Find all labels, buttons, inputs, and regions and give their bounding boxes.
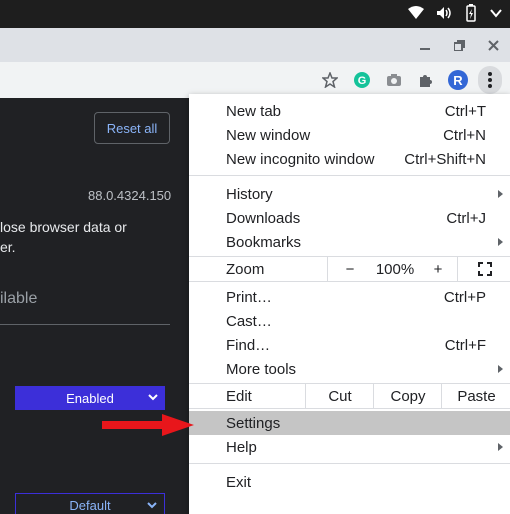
menu-item-new-window[interactable]: New window Ctrl+N (189, 123, 510, 147)
menu-item-label: Print… (226, 289, 272, 306)
system-top-bar (0, 0, 510, 28)
default-select[interactable]: Default (15, 493, 165, 514)
submenu-arrow-icon (498, 443, 503, 451)
cut-button[interactable]: Cut (305, 384, 374, 408)
svg-text:G: G (358, 75, 367, 87)
zoom-out-button[interactable]: − (327, 257, 372, 281)
description-line-1: lose browser data or (0, 219, 127, 235)
menu-item-downloads[interactable]: Downloads Ctrl+J (189, 206, 510, 230)
zoom-level: 100% (371, 257, 419, 281)
menu-separator (189, 175, 510, 176)
submenu-arrow-icon (498, 190, 503, 198)
zoom-minus-label: − (345, 260, 355, 278)
battery-icon[interactable] (464, 4, 478, 22)
menu-item-help[interactable]: Help (189, 435, 510, 459)
menu-shortcut: Ctrl+N (443, 127, 486, 144)
menu-item-edit: Edit Cut Copy Paste (189, 384, 510, 408)
cut-label: Cut (328, 387, 352, 405)
enabled-select-label: Enabled (66, 390, 114, 406)
menu-shortcut: Ctrl+J (446, 210, 486, 227)
menu-shortcut: Ctrl+T (444, 103, 486, 120)
copy-label: Copy (390, 387, 426, 405)
menu-item-label: History (226, 186, 273, 203)
menu-item-label: Help (226, 439, 257, 456)
available-heading: ilable (0, 290, 38, 307)
restore-icon[interactable] (442, 37, 476, 53)
menu-item-settings[interactable]: Settings (189, 411, 510, 435)
submenu-arrow-icon (498, 365, 503, 373)
volume-icon[interactable] (436, 6, 452, 20)
more-menu-icon[interactable] (478, 66, 502, 94)
menu-item-label: Cast… (226, 313, 272, 330)
menu-item-cast[interactable]: Cast… (189, 309, 510, 333)
menu-item-label: New window (226, 127, 311, 144)
reset-all-button[interactable]: Reset all (94, 112, 170, 144)
menu-item-label: New tab (226, 103, 282, 120)
description-line-2: er. (0, 239, 16, 255)
menu-item-label: Zoom (226, 261, 265, 278)
red-arrow-icon (102, 414, 194, 436)
menu-item-label: Edit (226, 388, 252, 405)
copy-button[interactable]: Copy (373, 384, 442, 408)
close-icon[interactable] (476, 37, 510, 53)
menu-item-history[interactable]: History (189, 182, 510, 206)
menu-item-zoom: Zoom − 100% + (189, 257, 510, 281)
chevron-down-icon (147, 502, 157, 509)
menu-item-label: Downloads (226, 210, 301, 227)
menu-item-label: Bookmarks (226, 234, 302, 251)
enabled-select[interactable]: Enabled (15, 386, 165, 410)
menu-shortcut: Ctrl+F (444, 337, 486, 354)
zoom-in-button[interactable]: + (419, 257, 457, 281)
submenu-arrow-icon (498, 238, 503, 246)
toolbar-actions: G R (318, 66, 502, 94)
paste-label: Paste (457, 387, 496, 405)
grammarly-icon[interactable]: G (350, 66, 374, 94)
menu-item-find[interactable]: Find… Ctrl+F (189, 333, 510, 357)
extensions-icon[interactable] (414, 66, 438, 94)
profile-avatar[interactable]: R (446, 66, 470, 94)
menu-item-label: More tools (226, 361, 297, 378)
paste-button[interactable]: Paste (441, 384, 510, 408)
menu-item-label: Exit (226, 474, 252, 491)
menu-item-more-tools[interactable]: More tools (189, 357, 510, 381)
camera-icon[interactable] (382, 66, 406, 94)
menu-item-label: Find… (226, 337, 271, 354)
browser-toolbar: G R (0, 62, 510, 98)
menu-item-new-incognito-window[interactable]: New incognito window Ctrl+Shift+N (189, 147, 510, 171)
version-label: 88.0.4324.150 (88, 188, 172, 203)
menu-shortcut: Ctrl+Shift+N (404, 151, 486, 168)
menu-item-exit[interactable]: Exit (189, 470, 510, 494)
zoom-plus-label: + (433, 260, 443, 278)
menu-separator (189, 408, 510, 409)
divider (0, 324, 170, 325)
menu-separator (189, 281, 510, 282)
menu-item-label: New incognito window (226, 151, 375, 168)
minimize-icon[interactable] (408, 37, 442, 53)
menu-shortcut: Ctrl+P (443, 289, 486, 306)
window-controls (408, 37, 510, 53)
default-select-label: Default (69, 497, 111, 513)
wifi-icon[interactable] (408, 6, 424, 20)
menu-item-print[interactable]: Print… Ctrl+P (189, 285, 510, 309)
fullscreen-icon (477, 262, 492, 276)
profile-initial: R (453, 73, 463, 88)
menu-separator (189, 463, 510, 464)
chrome-main-menu: New tab Ctrl+T New window Ctrl+N New inc… (189, 94, 510, 514)
system-tray (408, 4, 502, 22)
fullscreen-button[interactable] (457, 257, 510, 281)
chevron-down-icon (148, 394, 158, 401)
star-icon[interactable] (318, 66, 342, 94)
zoom-value: 100% (375, 260, 415, 278)
menu-item-bookmarks[interactable]: Bookmarks (189, 230, 510, 254)
menu-item-label: Settings (226, 415, 281, 432)
dropdown-icon[interactable] (490, 8, 502, 18)
menu-item-new-tab[interactable]: New tab Ctrl+T (189, 99, 510, 123)
